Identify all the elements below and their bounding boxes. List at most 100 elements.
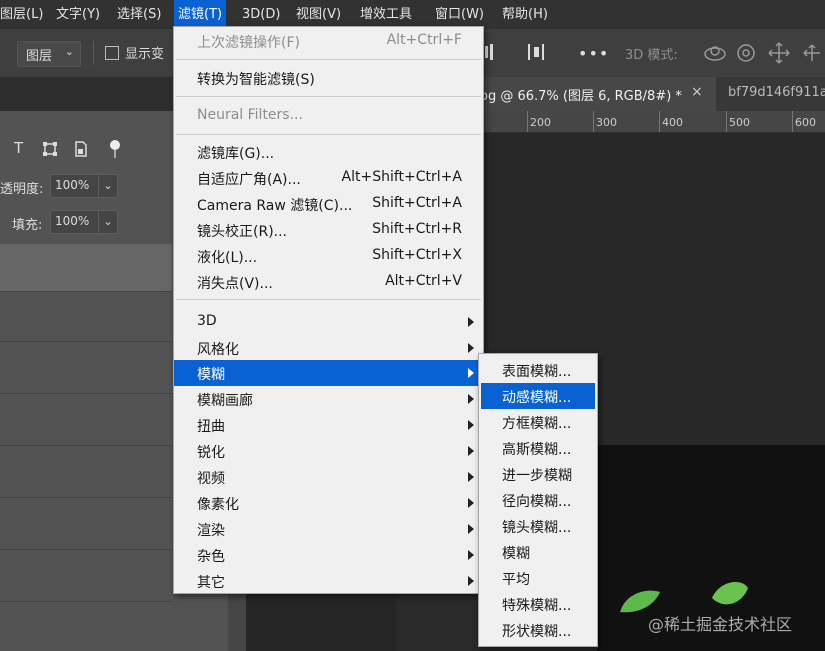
ruler-label: 400 [662, 116, 683, 129]
menu-item-blur[interactable]: 模糊 [174, 360, 483, 386]
menu-item-label: 杂色 [197, 549, 225, 565]
submenu-item-label: 特殊模糊... [502, 598, 572, 614]
menu-item-convert-smart-filter[interactable]: 转换为智能滤镜(S) [174, 65, 483, 91]
smart-object-filter-icon[interactable] [74, 141, 88, 157]
3d-mode-label: 3D 模式: [625, 48, 678, 63]
submenu-arrow-icon [468, 394, 474, 404]
menu-plugins[interactable]: 增效工具 [356, 0, 416, 29]
submenu-item-average[interactable]: 平均 [481, 565, 595, 591]
menu-item-last-filter[interactable]: 上次滤镜操作(F) Alt+Ctrl+F [174, 28, 483, 54]
shape-layer-filter-icon[interactable] [42, 141, 58, 157]
fill-input[interactable]: 100% ⌄ [50, 210, 118, 234]
submenu-arrow-icon [468, 343, 474, 353]
submenu-item-blur[interactable]: 模糊 [481, 539, 595, 565]
opacity-value: 100% [55, 178, 90, 192]
menu-item-render[interactable]: 渲染 [174, 516, 483, 542]
align-icon[interactable] [484, 42, 494, 62]
menu-item-label: 锐化 [197, 445, 225, 461]
ruler-tick [726, 111, 727, 132]
menu-window[interactable]: 窗口(W) [431, 0, 488, 29]
menu-3d[interactable]: 3D(D) [238, 0, 284, 29]
menu-item-label: 滤镜库(G)... [197, 146, 275, 162]
chevron-down-icon[interactable]: ⌄ [98, 211, 117, 233]
fill-label: 填充: [12, 218, 43, 233]
menu-item-3d[interactable]: 3D [174, 309, 483, 335]
blur-submenu: 表面模糊... 动感模糊... 方框模糊... 高斯模糊... 进一步模糊 径向… [478, 353, 598, 647]
3d-pan-icon[interactable] [767, 42, 791, 64]
submenu-arrow-icon [468, 524, 474, 534]
submenu-arrow-icon [468, 576, 474, 586]
menu-item-vanishing-point[interactable]: 消失点(V)... Alt+Ctrl+V [174, 269, 483, 295]
menu-item-lens-correction[interactable]: 镜头校正(R)... Shift+Ctrl+R [174, 217, 483, 243]
menu-item-adaptive-wide-angle[interactable]: 自适应广角(A)... Alt+Shift+Ctrl+A [174, 165, 483, 191]
show-transform-checkbox[interactable] [105, 46, 119, 60]
submenu-arrow-icon [468, 472, 474, 482]
submenu-item-gaussian-blur[interactable]: 高斯模糊... [481, 435, 595, 461]
menu-item-pixelate[interactable]: 像素化 [174, 490, 483, 516]
menu-layer[interactable]: 图层(L) [0, 0, 47, 29]
menu-item-filter-gallery[interactable]: 滤镜库(G)... [174, 139, 483, 165]
menu-item-label: 液化(L)... [197, 250, 258, 266]
distribute-icon[interactable] [527, 42, 545, 62]
menu-item-sharpen[interactable]: 锐化 [174, 438, 483, 464]
menu-item-blur-gallery[interactable]: 模糊画廊 [174, 386, 483, 412]
submenu-arrow-icon [468, 368, 474, 378]
menu-item-liquify[interactable]: 液化(L)... Shift+Ctrl+X [174, 243, 483, 269]
menu-item-camera-raw[interactable]: Camera Raw 滤镜(C)... Shift+Ctrl+A [174, 191, 483, 217]
menu-separator [176, 59, 481, 60]
submenu-item-motion-blur[interactable]: 动感模糊... [481, 383, 595, 409]
menu-item-stylize[interactable]: 风格化 [174, 335, 483, 361]
menu-item-neural-filters[interactable]: Neural Filters... [174, 103, 483, 129]
ruler-tick [792, 111, 793, 132]
menu-item-label: 其它 [197, 575, 225, 591]
menu-item-distort[interactable]: 扭曲 [174, 412, 483, 438]
menu-separator [176, 299, 481, 300]
submenu-item-blur-more[interactable]: 进一步模糊 [481, 461, 595, 487]
menu-filter[interactable]: 滤镜(T) [174, 0, 227, 29]
3d-roll-icon[interactable] [735, 42, 757, 64]
submenu-arrow-icon [468, 317, 474, 327]
menu-view[interactable]: 视图(V) [292, 0, 345, 29]
selected-layer-row[interactable] [0, 244, 172, 291]
menu-type[interactable]: 文字(Y) [52, 0, 104, 29]
submenu-item-shape-blur[interactable]: 形状模糊... [481, 617, 595, 643]
menu-select[interactable]: 选择(S) [113, 0, 165, 29]
menu-item-video[interactable]: 视频 [174, 464, 483, 490]
menu-item-label: 风格化 [197, 342, 239, 358]
layer-row-divider [0, 291, 172, 292]
menu-item-noise[interactable]: 杂色 [174, 542, 483, 568]
submenu-item-surface-blur[interactable]: 表面模糊... [481, 357, 595, 383]
canvas-area-lower[interactable] [246, 590, 396, 651]
menu-item-shortcut: Alt+Ctrl+F [386, 32, 462, 48]
layer-row-divider [0, 393, 172, 394]
menu-item-other[interactable]: 其它 [174, 568, 483, 594]
menu-item-label: 自适应广角(A)... [197, 172, 301, 188]
menu-item-label: 上次滤镜操作(F) [197, 35, 300, 51]
layer-select-dropdown[interactable]: 图层 ⌄ [17, 41, 81, 67]
ruler-tick [527, 111, 528, 132]
submenu-arrow-icon [468, 498, 474, 508]
menu-item-label: Neural Filters... [197, 107, 303, 123]
opacity-input[interactable]: 100% ⌄ [50, 174, 118, 198]
menu-item-shortcut: Shift+Ctrl+R [372, 221, 462, 237]
chevron-down-icon[interactable]: ⌄ [98, 175, 117, 197]
close-icon[interactable]: × [691, 84, 703, 100]
menu-item-shortcut: Alt+Ctrl+V [385, 273, 462, 289]
tab-second-document[interactable]: bf79d146f911a [716, 77, 825, 111]
type-layer-filter-icon[interactable]: T [14, 139, 23, 157]
submenu-item-label: 模糊 [502, 546, 530, 562]
submenu-item-radial-blur[interactable]: 径向模糊... [481, 487, 595, 513]
submenu-item-lens-blur[interactable]: 镜头模糊... [481, 513, 595, 539]
more-options-icon[interactable]: ••• [578, 44, 609, 63]
horizontal-ruler: 200 300 400 500 600 [470, 111, 825, 133]
menu-help[interactable]: 帮助(H) [498, 0, 552, 29]
filter-toggle-icon[interactable] [108, 139, 122, 159]
menu-item-label: 扭曲 [197, 419, 225, 435]
menu-separator [176, 134, 481, 135]
submenu-item-smart-blur[interactable]: 特殊模糊... [481, 591, 595, 617]
submenu-item-box-blur[interactable]: 方框模糊... [481, 409, 595, 435]
menu-item-label: 视频 [197, 471, 225, 487]
3d-slide-icon[interactable] [800, 42, 824, 64]
tab-active-document[interactable]: og @ 66.7% (图层 6, RGB/8#) * × [470, 77, 716, 111]
3d-orbit-icon[interactable] [703, 42, 727, 64]
